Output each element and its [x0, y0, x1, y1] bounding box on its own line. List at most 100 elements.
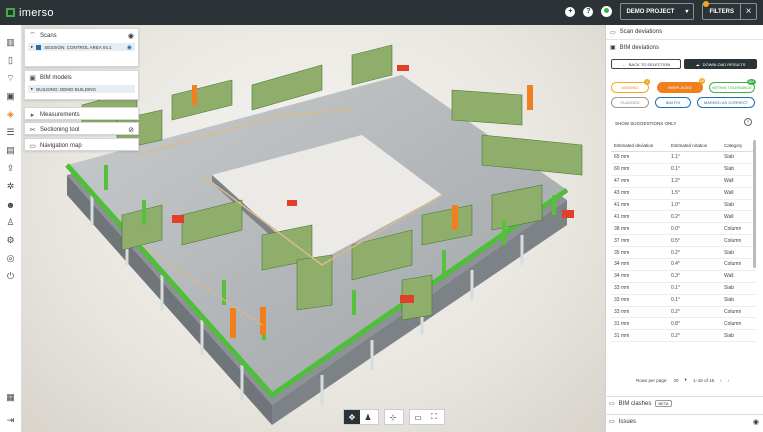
user-icon[interactable]: ♙ [5, 217, 16, 228]
measurements-panel[interactable]: ▸ Measurements [24, 107, 139, 120]
tools-toolbar: ⊹ [384, 409, 404, 425]
pagination: Rows per page: 20 ▾ 1–16 of 16 ‹ › [636, 377, 729, 383]
next-page-icon[interactable]: › [728, 378, 730, 383]
logo-mark-icon [6, 8, 15, 17]
measure-icon[interactable]: ⊹ [385, 410, 401, 424]
session-eye-icon[interactable]: ◉ [127, 44, 132, 51]
bim-clashes-header[interactable]: ▭ BIM clashes BETA [605, 396, 763, 410]
fullscreen-icon[interactable]: ⛶ [426, 410, 442, 424]
col-deviation[interactable]: Estimated deviation [611, 143, 671, 148]
navigation-map-panel[interactable]: ▭ Navigation map [24, 138, 139, 151]
table-row[interactable]: 31 mm 0.8° Column [611, 318, 756, 331]
tab-misplaced[interactable]: MISPLACED 16 [657, 78, 705, 93]
language-flag-icon[interactable]: ▦ [5, 392, 16, 403]
settings-icon[interactable]: ✲ [5, 181, 16, 192]
bim-clashes-title: BIM clashes [618, 400, 652, 407]
bim-deviations-title: BIM deviations [619, 44, 660, 51]
deviations-icon[interactable]: ◈ [5, 109, 16, 120]
scanner-icon[interactable]: ⌔ [5, 73, 16, 84]
issues-header[interactable]: ▭ Issues ◉ [605, 414, 763, 428]
table-row[interactable]: 38 mm 0.0° Column [611, 223, 756, 236]
scans-title: Scans [40, 32, 57, 39]
table-row[interactable]: 33 mm 0.1° Slab [611, 295, 756, 307]
table-row[interactable]: 41 mm 1.0° Slab [611, 200, 756, 212]
eye-icon[interactable]: ◉ [753, 418, 759, 426]
table-row[interactable]: 37 mm 0.5° Column [611, 235, 756, 248]
team-icon[interactable]: ☻ [5, 199, 16, 210]
tab-missing-badge: 1 [644, 79, 650, 85]
bim-deviation-icon: ▣ [610, 45, 616, 51]
back-to-selection-button[interactable]: ← BACK TO SELECTION [611, 59, 681, 69]
scan-deviations-header[interactable]: ▭ Scan deviations [606, 25, 763, 40]
table-row[interactable]: 33 mm 0.1° Slab [611, 283, 756, 295]
table-row[interactable]: 35 mm 0.2° Slab [611, 247, 756, 260]
scan-session-row[interactable]: ▸ SESSION: CONTROL AREA 04.1 ◉ [28, 43, 135, 51]
deviation-cell: 60 mm [614, 166, 630, 173]
tab-missing[interactable]: MISSING 1 [611, 79, 650, 93]
sectioning-title: Sectioning tool [40, 126, 80, 133]
app-logo[interactable]: imerso [6, 7, 54, 19]
table-row[interactable]: 33 mm 0.2° Column [611, 307, 756, 319]
gear-icon[interactable]: ⚙ [5, 235, 16, 246]
table-row[interactable]: 47 mm 1.2° Wall [611, 176, 756, 188]
scissors-icon: ✂ [29, 126, 36, 134]
report-icon[interactable]: ▤ [5, 145, 16, 156]
show-suggestions-toggle[interactable]: SHOW SUGGESTIONS ONLY [615, 121, 676, 126]
col-category[interactable]: Category [724, 143, 756, 148]
screen-icon[interactable]: ▭ [410, 410, 426, 424]
tab-within-tolerance[interactable]: WITHIN TOLERANCE 99+ [709, 79, 756, 93]
table-scrollbar[interactable] [753, 140, 756, 268]
table-row[interactable]: 41 mm 0.2° Wall [611, 211, 756, 224]
marked-correct-filter[interactable]: MARKED AS CORRECT [697, 97, 755, 108]
flagged-filter[interactable]: FLAGGED [611, 97, 649, 108]
power-icon[interactable]: ⏻ [5, 271, 16, 282]
info-icon[interactable]: i [744, 118, 752, 126]
session-checkbox[interactable] [36, 44, 42, 50]
list-icon[interactable]: ☰ [5, 127, 16, 138]
close-icon[interactable]: × [740, 4, 756, 19]
project-select[interactable]: DEMO PROJECT ▾ [620, 3, 695, 20]
bim-models-header[interactable]: ▣ BIM models [25, 71, 138, 84]
rotation-cell: 0.5° [671, 237, 680, 244]
download-results-button[interactable]: ☁ DOWNLOAD RESULTS [684, 59, 757, 69]
table-row[interactable]: 60 mm 0.1° Slab [611, 164, 756, 176]
add-icon[interactable]: + [565, 6, 576, 17]
sectioning-tool-panel[interactable]: ✂ Sectioning tool ⊘ [24, 122, 139, 135]
table-row[interactable]: 34 mm 0.4° Column [611, 259, 756, 271]
rotation-cell: 0.0° [671, 225, 680, 232]
building-row[interactable]: ▸ BUILDING: DEMO BUILDING [28, 85, 135, 93]
table-row[interactable]: 43 mm 1.5° Wall [611, 188, 756, 200]
download-label: DOWNLOAD RESULTS [702, 61, 746, 67]
bim-fix-filter[interactable]: BIM FIX [655, 97, 691, 108]
expand-sidebar-icon[interactable]: ⇥ [5, 415, 16, 426]
eye-off-icon[interactable]: ⊘ [128, 126, 134, 134]
tab-missing-label: MISSING [621, 85, 639, 90]
table-row[interactable]: 31 mm 0.2° Slab [611, 330, 756, 343]
chevron-right-icon[interactable]: ▸ [31, 44, 33, 50]
document-icon[interactable]: ▯ [5, 55, 16, 66]
col-rotation[interactable]: Estimated rotation [671, 143, 724, 148]
scans-panel-header[interactable]: ⌔ Scans ◉ [25, 29, 138, 42]
orbit-mode-icon[interactable]: ✥ [344, 410, 360, 424]
support-icon[interactable]: ◎ [5, 253, 16, 264]
bim-deviations-header[interactable]: ▣ BIM deviations [606, 40, 763, 55]
walk-mode-icon[interactable]: ♟ [360, 410, 376, 424]
deviation-cell: 37 mm [614, 237, 630, 244]
prev-page-icon[interactable]: ‹ [720, 378, 722, 383]
rows-per-page-label: Rows per page: [636, 377, 668, 383]
model-icon[interactable]: ▣ [5, 91, 16, 102]
rows-per-page-select[interactable]: 20 [674, 378, 679, 383]
measurements-title: Measurements [40, 111, 80, 118]
deviation-cell: 43 mm [614, 190, 630, 197]
bar-chart-icon[interactable]: ▥ [5, 37, 16, 48]
upload-icon[interactable]: ⇪ [5, 163, 16, 174]
table-row[interactable]: 65 mm 1.1° Slab [611, 152, 756, 164]
filters-button[interactable]: FILTERS × [702, 1, 757, 20]
table-row[interactable]: 34 mm 0.3° Wall [611, 271, 756, 283]
chevron-right-icon[interactable]: ▸ [31, 86, 33, 92]
beta-badge: BETA [655, 400, 672, 407]
eye-icon[interactable]: ◉ [128, 32, 134, 40]
chevron-down-icon[interactable]: ▾ [685, 377, 687, 383]
user-avatar[interactable] [601, 6, 613, 17]
help-icon[interactable]: ? [583, 6, 594, 17]
